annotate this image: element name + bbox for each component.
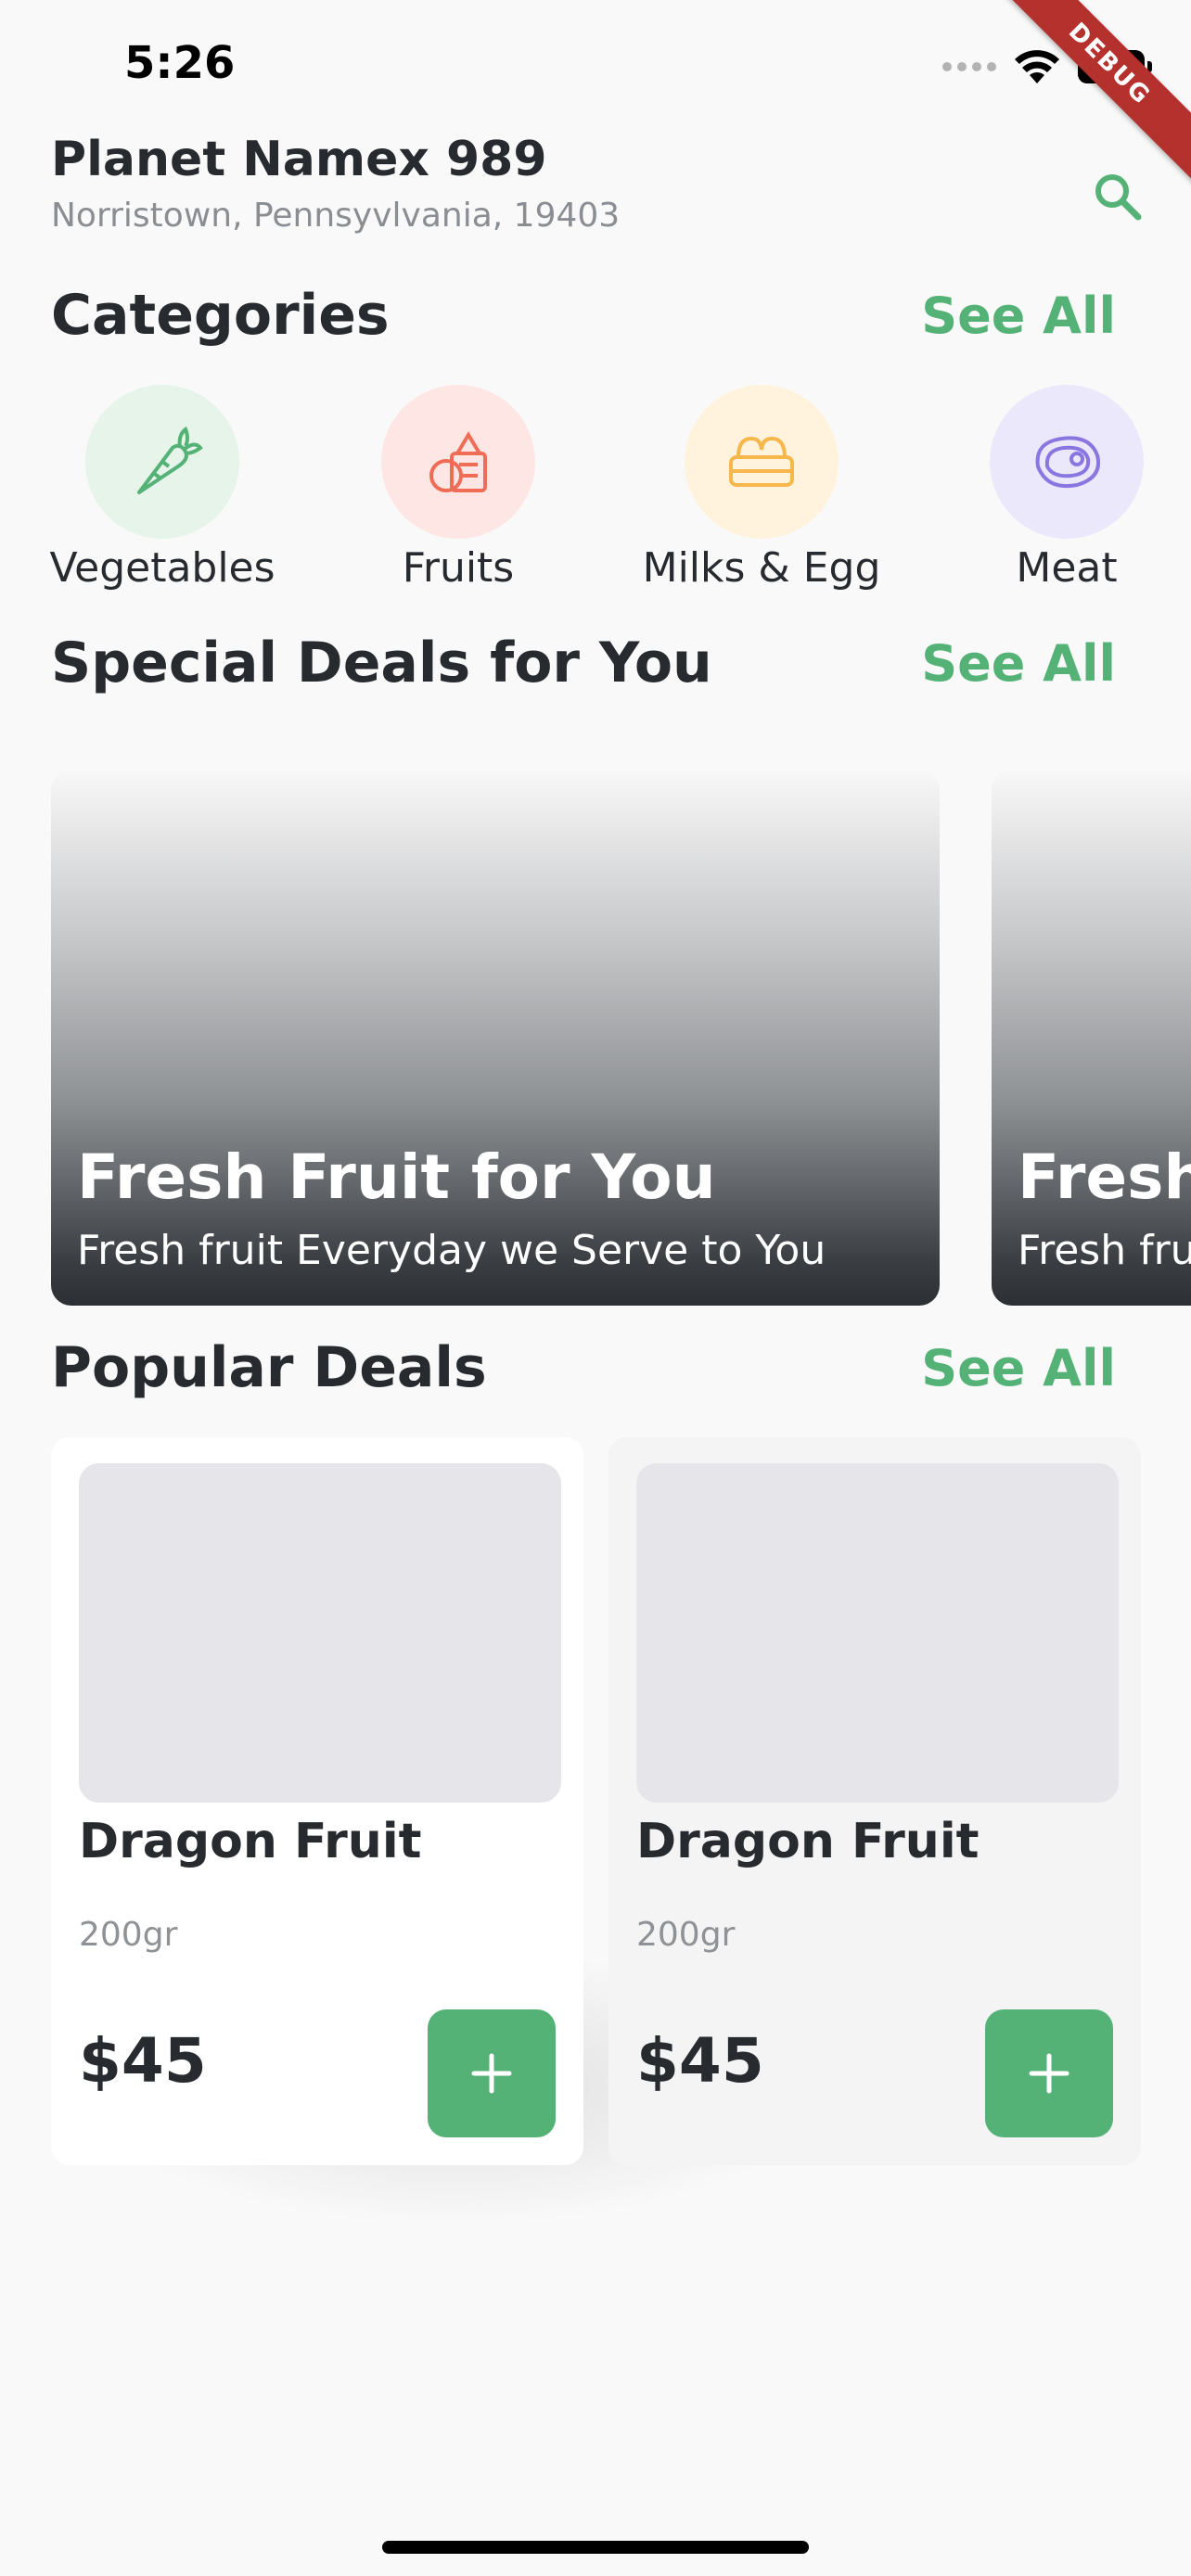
product-image [636, 1463, 1119, 1803]
wifi-icon [1015, 50, 1059, 83]
status-bar: 5:26 [0, 0, 1191, 130]
product-price: $45 [79, 2025, 207, 2097]
popular-deals-see-all-button[interactable]: See All [921, 1339, 1116, 1397]
carrot-icon [137, 426, 203, 494]
product-price: $45 [636, 2025, 764, 2097]
categories-header: Categories See All [51, 283, 1116, 348]
category-icon-circle [685, 385, 839, 539]
category-label: Meat [1016, 544, 1118, 592]
category-icon-circle [990, 385, 1144, 539]
product-name: Dragon Fruit [79, 1814, 422, 1869]
category-meat[interactable]: Meat [965, 385, 1169, 592]
special-deals-carousel[interactable]: Fresh Fruit for You Fresh fruit Everyday… [0, 770, 1191, 1306]
category-label: Milks & Egg [642, 544, 881, 592]
deal-title: Fresh Fruit for You [77, 1141, 716, 1213]
popular-deals-title: Popular Deals [51, 1335, 487, 1400]
plus-icon [471, 2053, 512, 2094]
product-name: Dragon Fruit [636, 1814, 980, 1869]
special-deals-header: Special Deals for You See All [51, 631, 1116, 695]
popular-deals-header: Popular Deals See All [51, 1335, 1116, 1400]
plus-icon [1029, 2053, 1069, 2094]
deal-title: Fresh Fruit for You [1018, 1141, 1191, 1213]
product-image [79, 1463, 561, 1803]
store-address: Norristown, Pennsyvlvania, 19403 [51, 197, 621, 235]
category-fruits[interactable]: Fruits [347, 385, 570, 592]
category-label: Fruits [402, 544, 515, 592]
deal-subtitle: Fresh fruit Everyday we Serve to You [1018, 1227, 1191, 1274]
special-deals-title: Special Deals for You [51, 631, 712, 695]
category-icon-circle [381, 385, 535, 539]
popular-deals-list: Dragon Fruit 200gr $45 Dragon Fruit 200g… [0, 1437, 1191, 2179]
search-icon [1095, 174, 1142, 221]
categories-title: Categories [51, 283, 390, 348]
special-deals-see-all-button[interactable]: See All [921, 634, 1116, 693]
deal-card[interactable]: Fresh Fruit for You Fresh fruit Everyday… [51, 770, 940, 1306]
categories-list: Vegetables Fruits Milks & Egg Meat [0, 385, 1191, 598]
product-card[interactable]: Dragon Fruit 200gr $45 [608, 1437, 1141, 2165]
store-header: Planet Namex 989 Norristown, Pennsyvlvan… [51, 132, 1146, 235]
category-vegetables[interactable]: Vegetables [49, 385, 275, 592]
store-name: Planet Namex 989 [51, 132, 547, 187]
product-weight: 200gr [79, 1916, 178, 1954]
add-to-cart-button[interactable] [985, 2009, 1113, 2137]
product-weight: 200gr [636, 1916, 736, 1954]
status-time: 5:26 [124, 37, 236, 89]
steak-icon [1035, 436, 1100, 488]
category-icon-circle [85, 385, 239, 539]
fruit-basket-icon [429, 431, 487, 492]
category-label: Vegetables [49, 544, 275, 592]
deal-subtitle: Fresh fruit Everyday we Serve to You [77, 1227, 826, 1274]
categories-see-all-button[interactable]: See All [921, 287, 1116, 345]
cellular-signal-icon [942, 62, 996, 71]
add-to-cart-button[interactable] [428, 2009, 556, 2137]
deal-card[interactable]: Fresh Fruit for You Fresh fruit Everyday… [992, 770, 1191, 1306]
search-button[interactable] [1081, 159, 1155, 234]
home-indicator[interactable] [382, 2541, 809, 2554]
product-card[interactable]: Dragon Fruit 200gr $45 [51, 1437, 583, 2165]
egg-carton-icon [729, 436, 794, 487]
category-milks-egg[interactable]: Milks & Egg [641, 385, 882, 592]
